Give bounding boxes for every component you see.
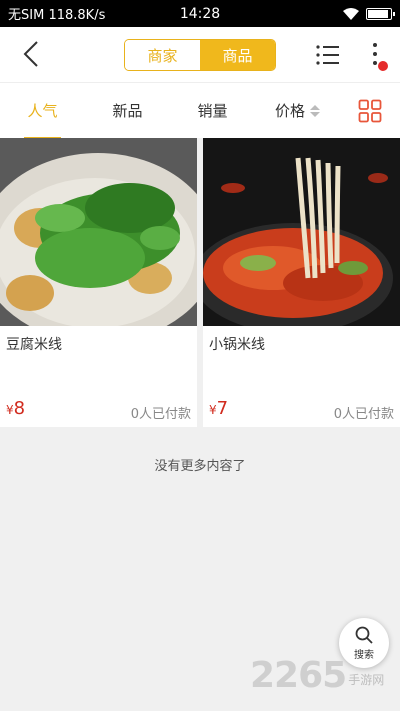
no-more-content-text: 没有更多内容了 [154, 459, 246, 474]
product-grid: 豆腐米线 ¥8 0人已付款 小锅米线 ¥7 0人已付款 [0, 138, 400, 427]
merchant-product-toggle: 商家 商品 [124, 39, 276, 71]
search-icon [355, 626, 373, 644]
sort-arrows-icon [310, 104, 320, 117]
product-image [0, 138, 218, 343]
back-arrow-icon [23, 41, 38, 67]
tab-newest[interactable]: 新品 [85, 83, 170, 139]
tab-products[interactable]: 商品 [200, 40, 275, 70]
wifi-icon [343, 7, 359, 20]
product-card[interactable]: 小锅米线 ¥7 0人已付款 [193, 138, 400, 427]
grid-view-button[interactable] [340, 99, 400, 123]
sort-tabs: 人气 新品 销量 价格 [0, 82, 400, 139]
paid-count: 0人已付款 [333, 407, 394, 422]
battery-icon [366, 7, 395, 20]
price-value: 7 [216, 398, 229, 419]
tab-price[interactable]: 价格 [255, 83, 340, 139]
tab-label: 价格 [274, 102, 305, 120]
currency-symbol: ¥ [6, 403, 14, 417]
back-button[interactable] [16, 39, 46, 69]
product-card[interactable]: 豆腐米线 ¥8 0人已付款 [0, 138, 218, 427]
watermark-subtitle: 手游网 [348, 673, 385, 687]
tab-popularity[interactable]: 人气 [0, 83, 85, 139]
top-nav: 商家 商品 [0, 27, 400, 82]
list-icon[interactable] [314, 41, 342, 69]
product-price: ¥7 [209, 398, 228, 419]
product-price: ¥8 [6, 398, 25, 419]
notification-dot [378, 61, 388, 71]
tab-label: 销量 [197, 102, 228, 120]
product-name: 小锅米线 [209, 337, 265, 353]
tab-sales[interactable]: 销量 [170, 83, 255, 139]
tab-label: 新品 [112, 102, 143, 120]
clock: 14:28 [179, 5, 221, 22]
watermark-logo: 2265 手游网 [250, 655, 384, 696]
currency-symbol: ¥ [209, 403, 217, 417]
product-name: 豆腐米线 [6, 337, 62, 353]
tab-merchants[interactable]: 商家 [125, 40, 200, 70]
status-bar: 无SIM 118.8K/s 14:28 [0, 0, 400, 27]
paid-count: 0人已付款 [130, 407, 191, 422]
price-value: 8 [13, 398, 26, 419]
status-right [342, 7, 395, 21]
watermark-number: 2265 [250, 655, 347, 696]
grid-icon [358, 99, 382, 122]
product-image [193, 138, 400, 333]
tab-label: 人气 [27, 102, 58, 120]
